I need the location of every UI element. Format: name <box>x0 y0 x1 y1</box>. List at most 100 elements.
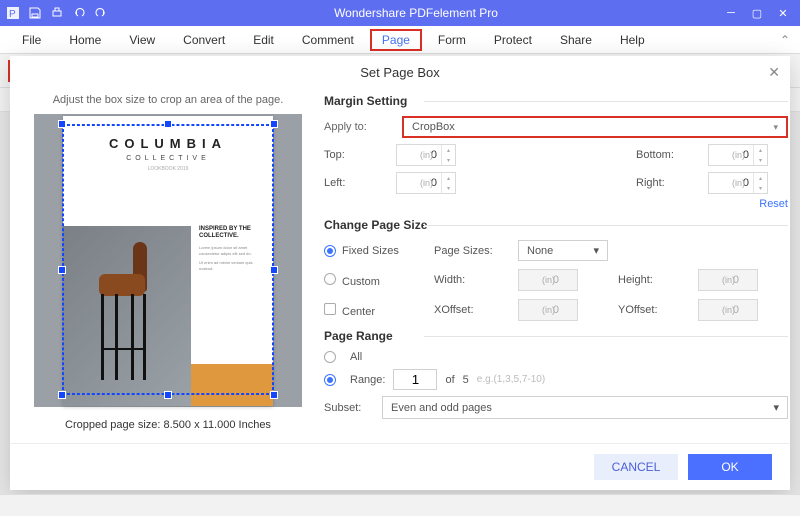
statusbar <box>0 494 800 516</box>
crop-handle-bl[interactable] <box>58 391 66 399</box>
menu-comment[interactable]: Comment <box>290 29 366 51</box>
app-logo-icon: P <box>6 6 20 20</box>
left-label: Left: <box>324 177 384 189</box>
menu-help[interactable]: Help <box>608 29 657 51</box>
ribbon-collapse-icon[interactable]: ⌃ <box>780 33 790 47</box>
app-title: Wondershare PDFelement Pro <box>108 6 724 20</box>
bottom-label: Bottom: <box>636 149 696 161</box>
menu-convert[interactable]: Convert <box>171 29 237 51</box>
range-from-input[interactable] <box>393 369 437 390</box>
apply-to-value: CropBox <box>412 121 455 133</box>
right-input[interactable]: 0(in)▴▾ <box>708 172 768 194</box>
crop-handle-mr[interactable] <box>270 266 278 274</box>
preview-panel: Adjust the box size to crop an area of t… <box>28 94 308 431</box>
undo-icon[interactable] <box>72 6 86 20</box>
preview-canvas[interactable]: COLUMBIA COLLECTIVE LOOKBOOK 2019 INSPIR… <box>34 114 302 407</box>
height-input: 0(in) <box>698 269 758 291</box>
dialog-title: Set Page Box <box>360 65 440 80</box>
preview-subhead: COLLECTIVE <box>63 155 273 162</box>
menu-file[interactable]: File <box>10 29 53 51</box>
bottom-input[interactable]: 0(in)▴▾ <box>708 144 768 166</box>
close-icon[interactable]: ✕ <box>776 6 790 20</box>
left-input[interactable]: 0(in)▴▾ <box>396 172 456 194</box>
margin-legend: Margin Setting <box>324 94 788 108</box>
apply-to-label: Apply to: <box>324 121 394 133</box>
all-label: All <box>350 351 362 363</box>
yoffset-label: YOffset: <box>618 304 688 316</box>
menu-share[interactable]: Share <box>548 29 604 51</box>
menu-home[interactable]: Home <box>57 29 113 51</box>
cancel-button[interactable]: CANCEL <box>594 454 678 480</box>
reset-link[interactable]: Reset <box>324 198 788 210</box>
crop-handle-tl[interactable] <box>58 120 66 128</box>
preview-image-block <box>63 226 191 406</box>
xoffset-input: 0(in) <box>518 299 578 321</box>
crop-handle-tr[interactable] <box>270 120 278 128</box>
subset-value: Even and odd pages <box>391 402 492 414</box>
xoffset-label: XOffset: <box>434 304 508 316</box>
subset-select[interactable]: Even and odd pages ▾ <box>382 396 788 419</box>
page-range-group: Page Range All Range: of 5 e.g.(1,3,5,7-… <box>324 329 788 419</box>
minimize-icon[interactable]: ─ <box>724 6 738 20</box>
svg-text:P: P <box>9 9 16 19</box>
range-label: Range: <box>350 374 385 386</box>
apply-to-select[interactable]: CropBox ▾ <box>402 116 788 138</box>
menubar: File Home View Convert Edit Comment Page… <box>0 26 800 54</box>
titlebar-left-icons: P <box>6 6 108 20</box>
custom-radio[interactable] <box>324 273 336 285</box>
redo-icon[interactable] <box>94 6 108 20</box>
margin-setting-group: Margin Setting Apply to: CropBox ▾ Top: … <box>324 94 788 210</box>
fixed-sizes-radio[interactable] <box>324 245 336 257</box>
crop-handle-br[interactable] <box>270 391 278 399</box>
pagesizes-label: Page Sizes: <box>434 245 508 257</box>
size-legend: Change Page Size <box>324 218 788 232</box>
top-label: Top: <box>324 149 384 161</box>
range-of-label: of <box>445 374 454 386</box>
menu-view[interactable]: View <box>117 29 167 51</box>
window-controls: ─ ▢ ✕ <box>724 6 794 20</box>
width-input: 0(in) <box>518 269 578 291</box>
fixed-sizes-radio-row[interactable]: Fixed Sizes <box>324 245 424 257</box>
width-label: Width: <box>434 274 508 286</box>
all-radio[interactable] <box>324 351 336 363</box>
crop-handle-tm[interactable] <box>164 120 172 128</box>
preview-heading: COLUMBIA <box>63 136 273 151</box>
preview-inspired: INSPIRED BY THE COLLECTIVE. <box>199 226 263 242</box>
menu-edit[interactable]: Edit <box>241 29 286 51</box>
crop-handle-bm[interactable] <box>164 391 172 399</box>
preview-hint: Adjust the box size to crop an area of t… <box>53 94 284 106</box>
range-legend: Page Range <box>324 329 788 343</box>
chevron-down-icon: ▾ <box>773 401 779 414</box>
center-checkbox[interactable] <box>324 303 336 315</box>
page-preview: COLUMBIA COLLECTIVE LOOKBOOK 2019 INSPIR… <box>63 116 273 406</box>
custom-radio-row[interactable]: Custom <box>324 273 424 288</box>
range-radio[interactable] <box>324 374 336 386</box>
range-total: 5 <box>463 374 469 386</box>
print-icon[interactable] <box>50 6 64 20</box>
dialog-close-icon[interactable]: ✕ <box>768 64 780 81</box>
range-example: e.g.(1,3,5,7-10) <box>477 374 545 385</box>
preview-body-text: Lorem ipsum dolor sit amet consectetur a… <box>199 245 263 256</box>
dialog-title-bar: Set Page Box ✕ <box>10 56 790 88</box>
titlebar: P Wondershare PDFelement Pro ─ ▢ ✕ <box>0 0 800 26</box>
right-label: Right: <box>636 177 696 189</box>
pagesizes-select[interactable]: None▾ <box>518 240 608 261</box>
set-page-box-dialog: Set Page Box ✕ Adjust the box size to cr… <box>10 56 790 490</box>
settings-panel: Margin Setting Apply to: CropBox ▾ Top: … <box>324 94 788 431</box>
menu-form[interactable]: Form <box>426 29 478 51</box>
menu-protect[interactable]: Protect <box>482 29 544 51</box>
top-input[interactable]: 0(in)▴▾ <box>396 144 456 166</box>
center-check-row[interactable]: Center <box>324 303 424 318</box>
dialog-footer: CANCEL OK <box>10 443 790 490</box>
preview-orange-block <box>191 364 273 406</box>
save-icon[interactable] <box>28 6 42 20</box>
chair-icon <box>93 242 161 382</box>
yoffset-input: 0(in) <box>698 299 758 321</box>
menu-page[interactable]: Page <box>370 29 422 51</box>
preview-text-block: INSPIRED BY THE COLLECTIVE. Lorem ipsum … <box>199 226 263 272</box>
chevron-down-icon: ▾ <box>773 122 778 133</box>
crop-handle-ml[interactable] <box>58 266 66 274</box>
maximize-icon[interactable]: ▢ <box>750 6 764 20</box>
ok-button[interactable]: OK <box>688 454 772 480</box>
height-label: Height: <box>618 274 688 286</box>
